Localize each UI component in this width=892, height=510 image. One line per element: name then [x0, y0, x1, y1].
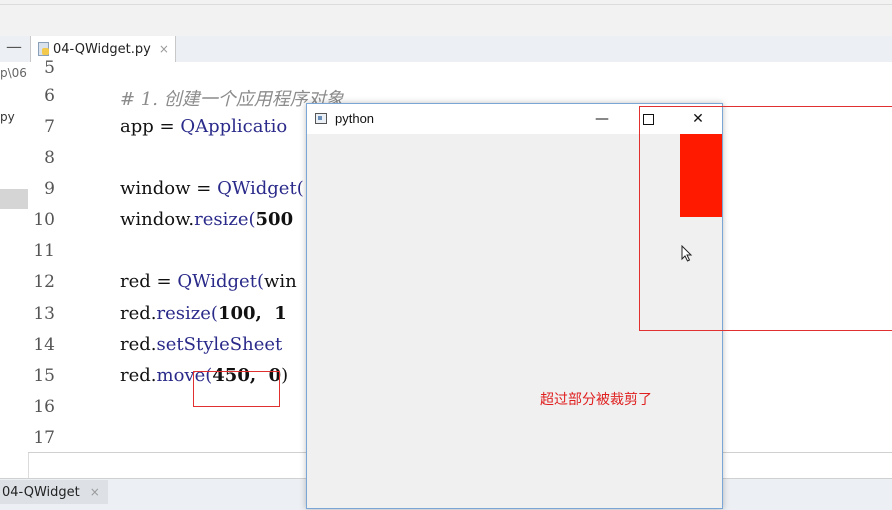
ide-top-strip: [0, 0, 892, 37]
line-number: 5: [44, 58, 55, 78]
project-path: p\06: [0, 66, 27, 80]
red-widget-full-extent-outline: [639, 106, 892, 331]
code-line: window = QWidget(: [120, 178, 304, 199]
line-number: 8: [44, 148, 55, 168]
close-tab-icon[interactable]: ×: [159, 42, 169, 56]
minimize-window-button[interactable]: —: [579, 104, 625, 134]
project-panel: [0, 62, 29, 478]
run-tab-label: 04-QWidget: [2, 484, 80, 500]
line-number: 11: [33, 241, 55, 261]
line-number: 6: [44, 86, 55, 106]
code-line: red.setStyleSheet: [120, 334, 283, 355]
app-window-icon: [315, 113, 327, 124]
line-number: 9: [44, 179, 55, 199]
line-number: 15: [33, 366, 55, 386]
line-number: 17: [33, 428, 55, 448]
line-number: 14: [33, 335, 55, 355]
project-selected-row[interactable]: [0, 189, 28, 209]
annotation-clipped-note: 超过部分被裁剪了: [540, 392, 652, 408]
line-number: 7: [44, 117, 55, 137]
line-number: 16: [33, 397, 55, 417]
code-line: app = QApplicatio: [120, 116, 288, 137]
move-args-highlight: [193, 371, 280, 407]
line-number: 10: [33, 210, 55, 230]
run-tab-04-qwidget[interactable]: 04-QWidget ×: [0, 480, 108, 504]
project-file-item[interactable]: py: [0, 110, 15, 124]
code-line: window.resize(500: [120, 209, 294, 230]
tab-label: 04-QWidget.py: [53, 41, 151, 57]
python-file-icon: [37, 42, 49, 56]
line-number: 12: [33, 272, 55, 292]
code-line: red = QWidget(win: [120, 271, 297, 292]
line-number: 13: [33, 304, 55, 324]
code-line: red.resize(100, 1: [120, 303, 287, 324]
ide-top-divider: [0, 4, 892, 5]
close-run-tab-icon[interactable]: ×: [90, 485, 100, 499]
window-title: python: [335, 111, 375, 126]
hide-panel-button[interactable]: —: [4, 36, 24, 60]
mouse-cursor-icon: [681, 245, 693, 262]
